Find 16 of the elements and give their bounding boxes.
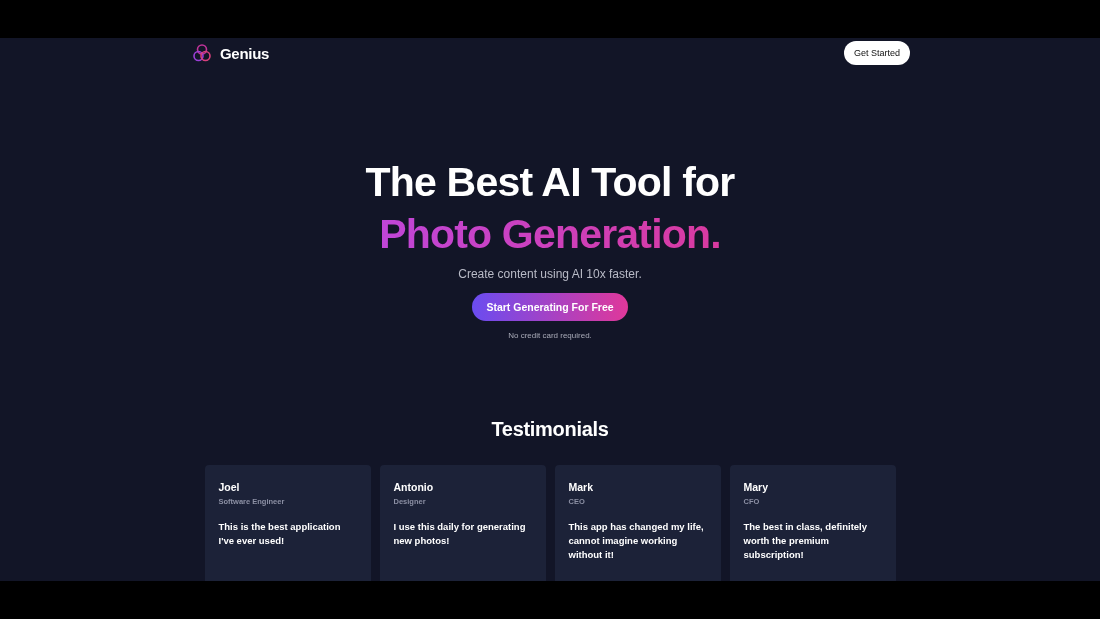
- hero-title: The Best AI Tool for: [365, 158, 735, 207]
- brand-name: Genius: [220, 44, 270, 62]
- testimonial-text: This is the best application I've ever used!: [218, 520, 342, 548]
- logo-icon: [192, 43, 212, 63]
- get-started-button[interactable]: Get Started: [843, 41, 910, 65]
- start-generating-button[interactable]: Start Generating For Free: [472, 293, 628, 321]
- testimonial-text: This app has changed my life, cannot imagine working without it!: [568, 520, 705, 562]
- hero-subtitle: Create content using AI 10x faster.: [458, 267, 642, 281]
- person-name: Mary: [743, 481, 769, 493]
- credit-card-note: No credit card required.: [508, 331, 592, 340]
- testimonials-heading: Testimonials: [491, 418, 609, 441]
- person-name: Joel: [218, 481, 241, 493]
- testimonial-text: The best in class, definitely worth the premium subscription!: [743, 520, 869, 562]
- testimonial-text: I use this daily for generating new photos!: [393, 520, 527, 548]
- person-name: Antonio: [393, 481, 435, 493]
- person-name: Mark: [568, 481, 594, 493]
